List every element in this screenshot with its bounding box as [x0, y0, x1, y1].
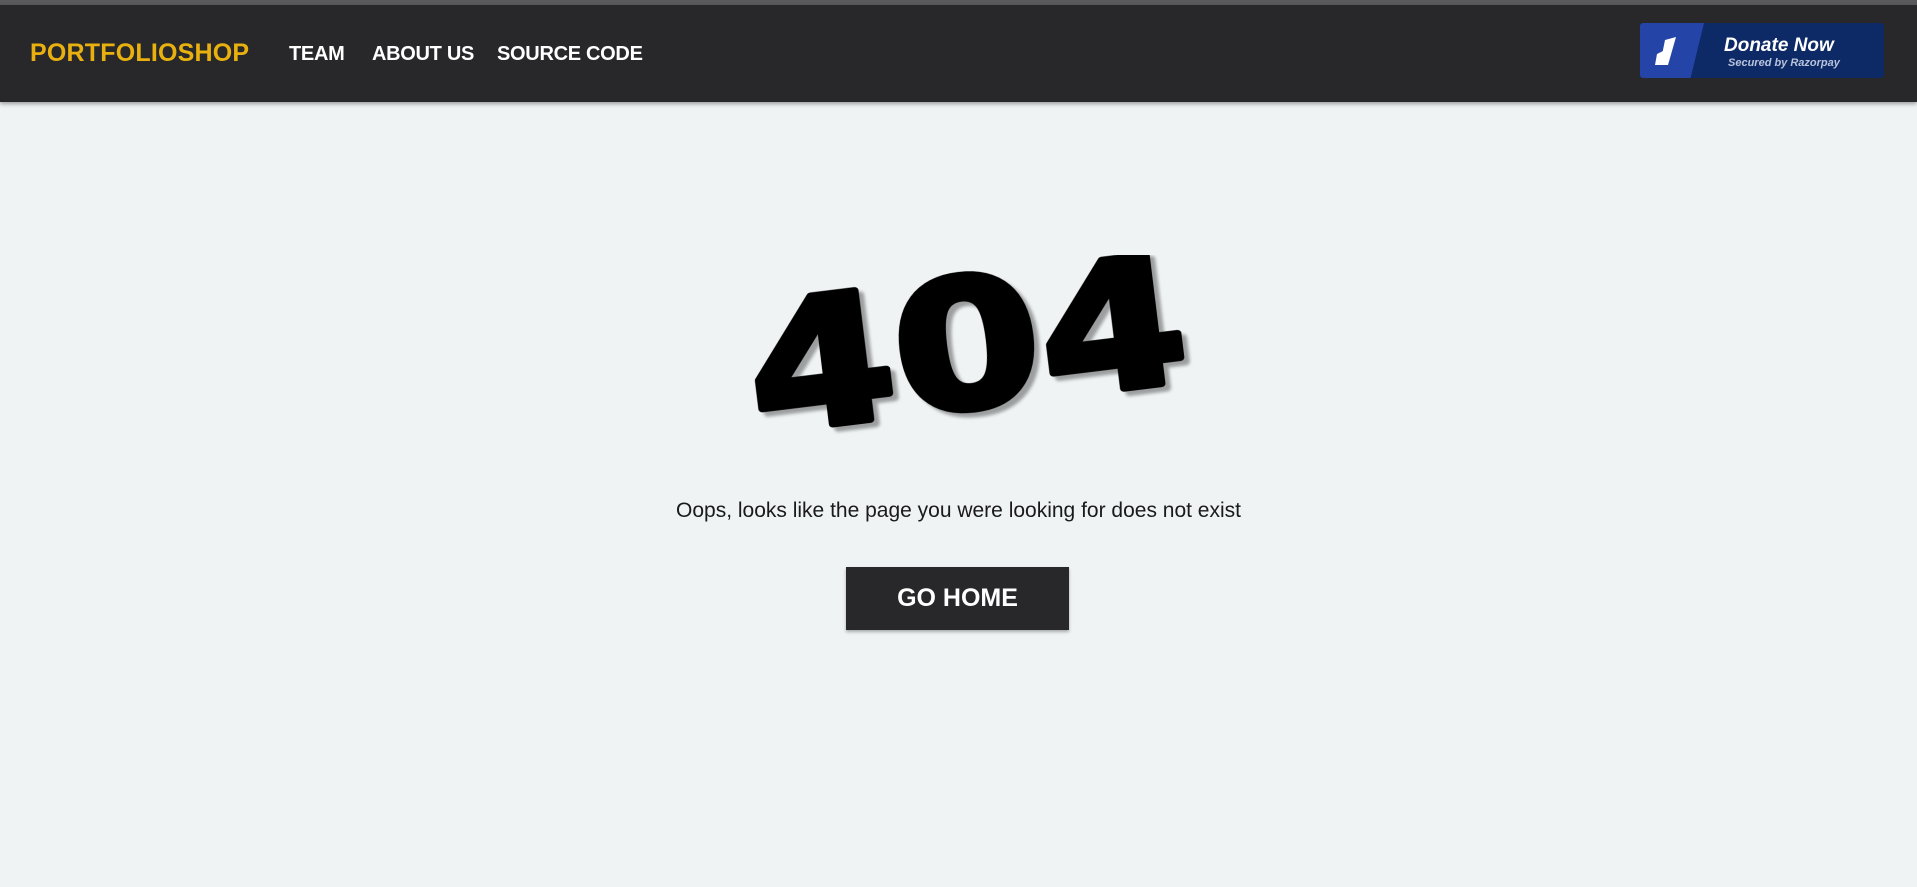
- donate-subtitle: Secured by Razorpay: [1728, 57, 1840, 69]
- error-code-text: 404: [736, 255, 1198, 455]
- error-code-svg: 404: [732, 213, 1201, 479]
- nav-link-team[interactable]: TEAM: [289, 44, 345, 64]
- nav-link-source-code[interactable]: SOURCE CODE: [497, 44, 643, 64]
- navbar: PORTFOLIOSHOP TEAM ABOUT US SOURCE CODE …: [0, 5, 1917, 102]
- donate-now-button[interactable]: Donate Now Secured by Razorpay: [1640, 23, 1884, 78]
- nav-link-about-us[interactable]: ABOUT US: [372, 44, 474, 64]
- go-home-button[interactable]: GO HOME: [846, 567, 1069, 630]
- donate-title: Donate Now: [1724, 35, 1834, 56]
- error-code-graphic: 404: [732, 213, 1203, 479]
- razorpay-logo-icon: [1640, 23, 1704, 78]
- brand-logo-link[interactable]: PORTFOLIOSHOP: [30, 41, 249, 66]
- error-message: Oops, looks like the page you were looki…: [676, 499, 1241, 522]
